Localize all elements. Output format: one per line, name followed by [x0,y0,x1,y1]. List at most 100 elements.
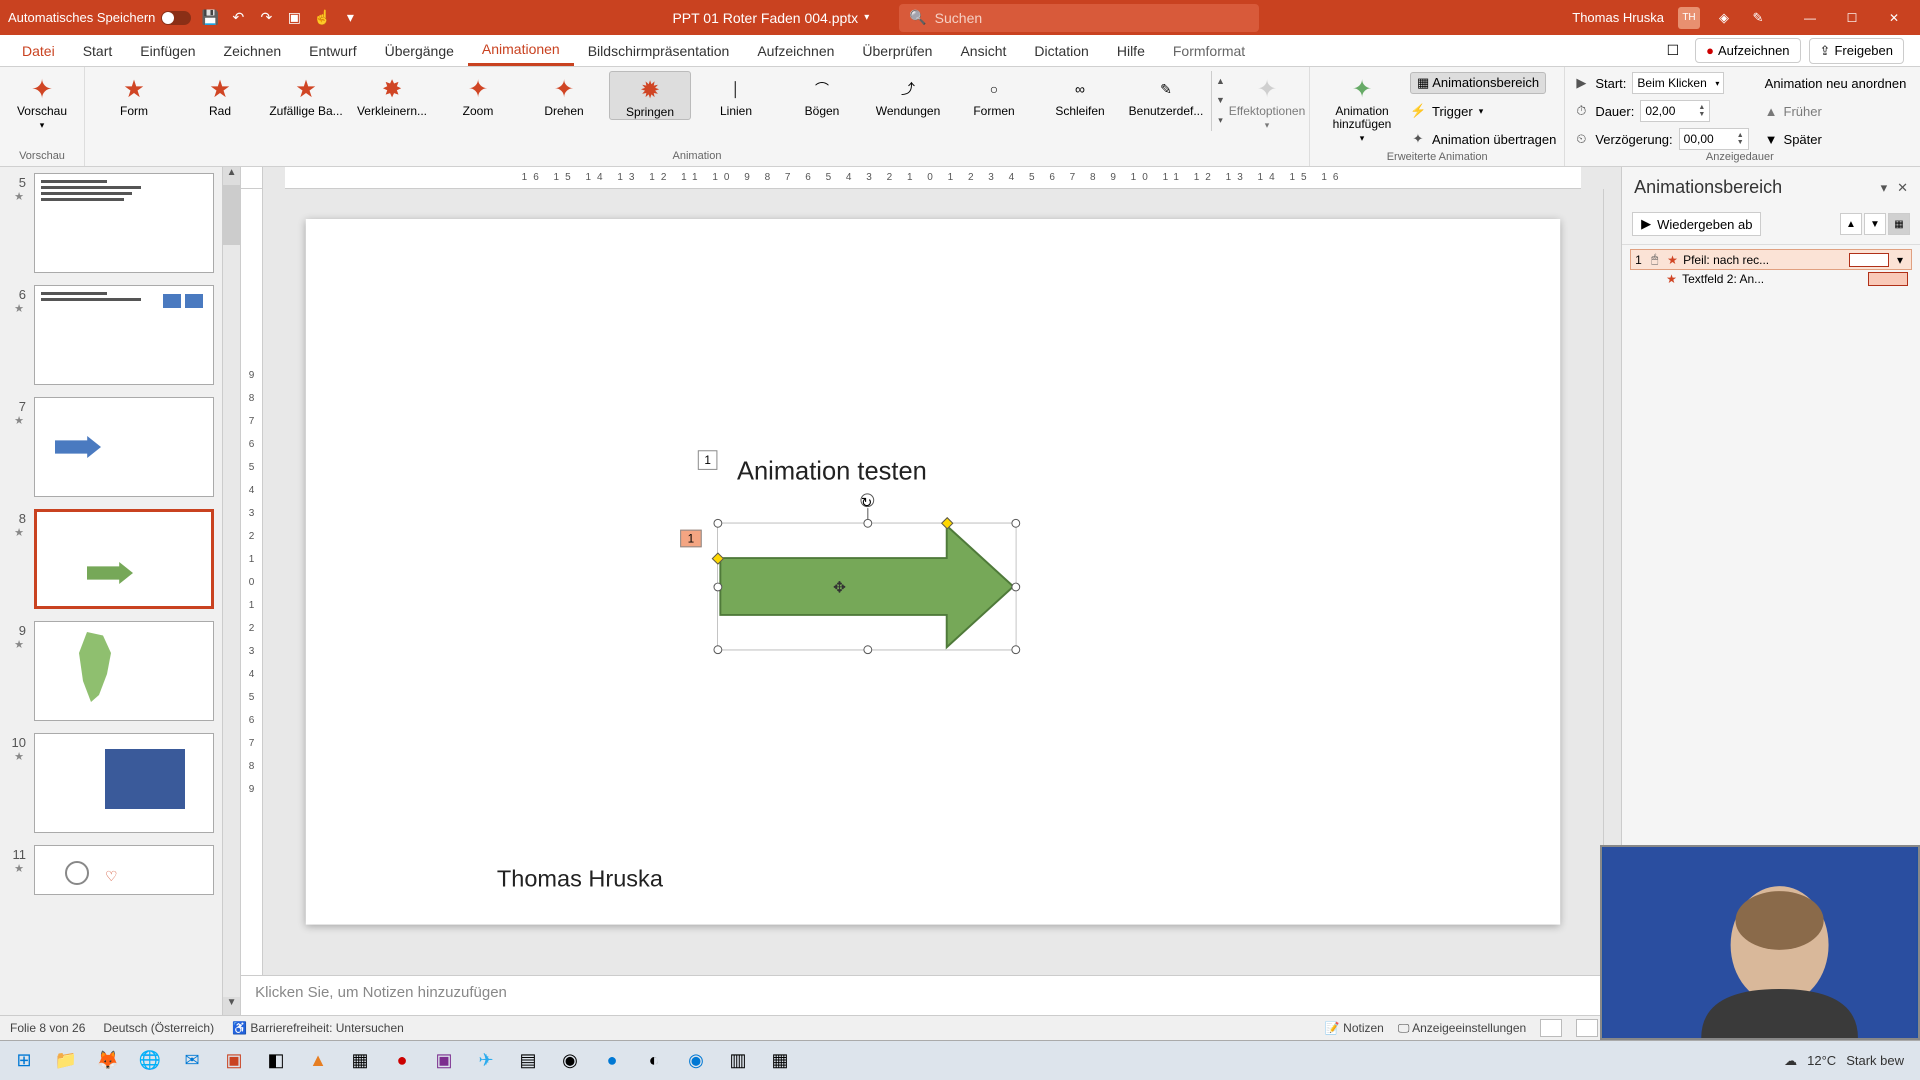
anim-zoom[interactable]: ✦Zoom [437,71,519,118]
sel-handle-tc[interactable] [863,519,872,528]
slide-footer-text[interactable]: Thomas Hruska [497,866,663,893]
tab-start[interactable]: Start [69,35,127,66]
status-barrierefreiheit[interactable]: ♿ Barrierefreiheit: Untersuchen [232,1021,404,1035]
tab-datei[interactable]: Datei [8,35,69,66]
tb-outlook-icon[interactable]: ✉ [174,1045,210,1077]
slide-thumb-11[interactable]: ♡ [34,845,214,895]
tb-app5-icon[interactable]: ● [594,1045,630,1077]
tab-ueberpruefen[interactable]: Überprüfen [848,35,946,66]
tb-firefox-icon[interactable]: 🦊 [90,1045,126,1077]
touch-mode-icon[interactable]: ☝ [313,9,331,27]
sel-handle-mr[interactable] [1011,583,1020,592]
gallery-more-icon[interactable]: ▾ [1212,115,1229,126]
close-button[interactable]: ✕ [1876,4,1912,32]
animation-hinzufuegen-button[interactable]: ✦Animation hinzufügen▾ [1318,71,1406,144]
gallery-down-icon[interactable]: ▼ [1212,95,1229,105]
tb-app8-icon[interactable]: ▦ [762,1045,798,1077]
tab-einfuegen[interactable]: Einfügen [126,35,209,66]
pane-close-icon[interactable]: ✕ [1897,180,1908,196]
tab-formformat[interactable]: Formformat [1159,35,1259,66]
rotate-handle[interactable]: ↻ [860,493,874,507]
tb-explorer-icon[interactable]: 📁 [48,1045,84,1077]
autosave-toggle[interactable] [161,11,191,25]
anim-boegen[interactable]: ⌒Bögen [781,71,863,118]
anim-schleifen[interactable]: ∞Schleifen [1039,71,1121,118]
tb-app4-icon[interactable]: ▤ [510,1045,546,1077]
tab-bildschirm[interactable]: Bildschirmpräsentation [574,35,744,66]
tb-app7-icon[interactable]: ▥ [720,1045,756,1077]
sel-handle-ml[interactable] [714,583,723,592]
tb-obs-icon[interactable]: ◉ [552,1045,588,1077]
tab-hilfe[interactable]: Hilfe [1103,35,1159,66]
scroll-down-icon[interactable]: ▼ [223,997,240,1015]
anim-zufaellige[interactable]: ★Zufällige Ba... [265,71,347,118]
view-sorter-button[interactable] [1576,1019,1598,1037]
anim-item-dropdown[interactable]: ▾ [1893,253,1907,267]
verzoegerung-input[interactable]: 00,00▲▼ [1679,128,1749,150]
tab-zeichnen[interactable]: Zeichnen [210,35,296,66]
timeline-toggle[interactable]: ▦ [1888,213,1910,235]
thumbs-scrollbar[interactable]: ▲ ▼ [222,167,240,1015]
tb-app2-icon[interactable]: ▦ [342,1045,378,1077]
maximize-button[interactable]: ☐ [1834,4,1870,32]
search-box[interactable]: 🔍 [899,4,1259,32]
tb-onenote-icon[interactable]: ▣ [426,1045,462,1077]
aufzeichnen-button[interactable]: ●Aufzeichnen [1695,38,1800,63]
tb-vlc-icon[interactable]: ▲ [300,1045,336,1077]
animationsbereich-button[interactable]: ▦ Animationsbereich [1410,72,1546,94]
anim-form[interactable]: ★Form [93,71,175,118]
minimize-button[interactable]: — [1792,4,1828,32]
status-notizen[interactable]: 📝 Notizen [1325,1021,1384,1035]
filename-dropdown-icon[interactable]: ▾ [864,12,869,23]
anim-rad[interactable]: ★Rad [179,71,261,118]
pane-dropdown-icon[interactable]: ▾ [1881,180,1888,196]
anim-list-item-1[interactable]: 1 🖱 ★ Pfeil: nach rec... ▾ [1630,249,1912,270]
anim-timeline-bar[interactable] [1868,272,1908,286]
tab-dictation[interactable]: Dictation [1020,35,1102,66]
status-lang[interactable]: Deutsch (Österreich) [103,1021,214,1035]
dauer-input[interactable]: 02,00▲▼ [1640,100,1710,122]
slide-title-text[interactable]: Animation testen [737,456,927,486]
tab-uebergaenge[interactable]: Übergänge [371,35,468,66]
tb-powerpoint-icon[interactable]: ▣ [216,1045,252,1077]
sel-handle-bl[interactable] [714,645,723,654]
present-start-icon[interactable]: ▣ [285,9,303,27]
move-down-button[interactable]: ▼ [1864,213,1886,235]
trigger-button[interactable]: ⚡Trigger ▾ [1410,99,1556,123]
animation-uebertragen-button[interactable]: ✦Animation übertragen [1410,127,1556,151]
save-icon[interactable]: 💾 [201,9,219,27]
anim-formen[interactable]: ○Formen [953,71,1035,118]
slide-thumb-8[interactable] [34,509,214,609]
slide-thumb-10[interactable] [34,733,214,833]
move-up-button[interactable]: ▲ [1840,213,1862,235]
search-input[interactable] [935,10,1250,26]
animation-tag-2[interactable]: 1 [680,530,702,548]
slide-thumb-7[interactable] [34,397,214,497]
status-folie[interactable]: Folie 8 von 26 [10,1021,85,1035]
tab-aufzeichnen[interactable]: Aufzeichnen [743,35,848,66]
spaeter-button[interactable]: ▼ Später [1765,127,1907,151]
sel-handle-br[interactable] [1011,645,1020,654]
anim-play-button[interactable]: ▶Wiedergeben ab [1632,212,1761,236]
anim-timeline-bar[interactable] [1849,253,1889,267]
notes-area[interactable]: Klicken Sie, um Notizen hinzuzufügen [241,975,1621,1015]
anim-drehen[interactable]: ✦Drehen [523,71,605,118]
freigeben-button[interactable]: ⇪Freigeben [1809,38,1904,64]
anim-verkleinern[interactable]: ✸Verkleinern... [351,71,433,118]
slide-thumb-9[interactable] [34,621,214,721]
gallery-scroll[interactable]: ▲▼▾ [1211,71,1229,131]
redo-icon[interactable]: ↷ [257,9,275,27]
view-normal-button[interactable] [1540,1019,1562,1037]
anim-springen[interactable]: ✹Springen [609,71,691,120]
start-menu-button[interactable]: ⊞ [6,1045,42,1077]
sel-handle-tr[interactable] [1011,519,1020,528]
start-dropdown[interactable]: Beim Klicken▾ [1632,72,1724,94]
diamond-icon[interactable]: ◈ [1714,8,1734,28]
collapse-ribbon-button[interactable]: ☐ [1659,38,1688,63]
tb-app6-icon[interactable]: ◐ [636,1045,672,1077]
slide-canvas[interactable]: 1 Animation testen 1 ↻ [306,219,1560,925]
weather-icon[interactable]: ☁ [1784,1053,1797,1069]
tb-edge-icon[interactable]: ◉ [678,1045,714,1077]
qat-more-icon[interactable]: ▾ [341,9,359,27]
sel-handle-tl[interactable] [714,519,723,528]
